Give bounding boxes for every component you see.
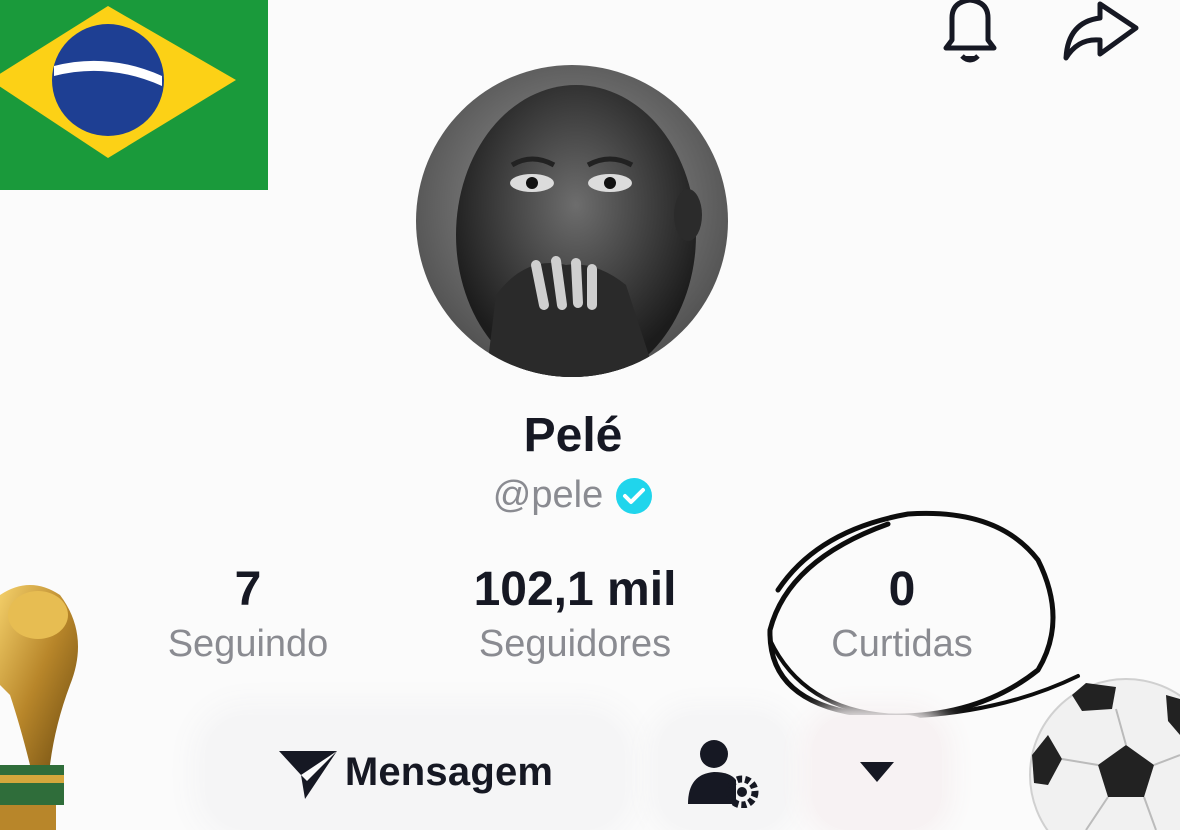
more-options-button[interactable] (812, 715, 942, 830)
share-icon[interactable] (1058, 0, 1142, 64)
stat-value: 7 (234, 563, 262, 616)
add-friend-button[interactable] (658, 715, 788, 830)
world-cup-trophy-sticker (0, 585, 78, 830)
brazil-flag-sticker (0, 0, 268, 190)
stat-likes: 0 Curtidas (780, 562, 1024, 668)
message-button-label: Mensagem (344, 750, 554, 794)
soccer-ball-sticker (1029, 678, 1180, 830)
profile-name: Pelé (523, 409, 623, 462)
dropdown-triangle-icon (860, 761, 894, 782)
stat-followers[interactable]: 102,1 mil Seguidores (440, 562, 710, 668)
avatar[interactable] (416, 65, 728, 377)
user-settings-icon (688, 739, 759, 808)
bell-icon[interactable] (934, 0, 1006, 64)
stat-label: Seguindo (167, 623, 329, 665)
stat-label: Seguidores (478, 623, 672, 665)
stat-value: 0 (888, 563, 916, 616)
handle-row: @pele (0, 474, 1146, 517)
message-button[interactable]: Mensagem (205, 715, 625, 830)
stat-label: Curtidas (831, 623, 973, 665)
profile-handle: @pele (492, 474, 604, 516)
verified-badge-icon (615, 477, 653, 515)
stat-value: 102,1 mil (473, 563, 677, 616)
send-icon (278, 750, 337, 799)
stat-following[interactable]: 7 Seguindo (120, 562, 376, 668)
